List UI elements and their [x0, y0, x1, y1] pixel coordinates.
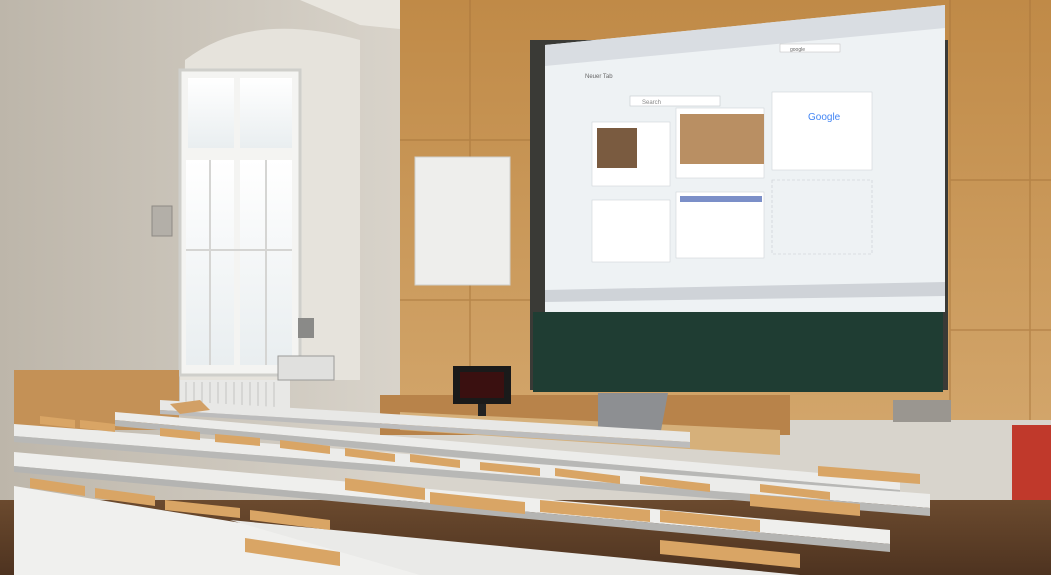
google-logo-text: Google: [808, 112, 841, 123]
tile: [771, 91, 873, 171]
lecture-hall-svg: Neuer Tab google Search Google: [0, 0, 1051, 575]
white-wall-panel: [414, 156, 511, 286]
lecture-hall-scene: Neuer Tab google Search Google: [0, 0, 1051, 575]
window-pane: [240, 78, 292, 148]
wall-box: [893, 400, 951, 422]
newtab-search-placeholder: Search: [642, 100, 661, 106]
address-bar: [779, 43, 841, 53]
lectern-monitor-screen: [460, 372, 504, 398]
tile-thumbnail: [597, 128, 637, 168]
wall-speaker: [151, 205, 173, 237]
address-search-text: google: [790, 47, 805, 53]
browser-tab-title: Neuer Tab: [585, 74, 613, 80]
window-pane: [188, 78, 234, 148]
tile: [591, 199, 671, 263]
tile-header-bar: [680, 196, 762, 202]
equipment-cart: [277, 355, 335, 381]
tile-thumbnail: [680, 114, 764, 164]
document-camera: [298, 318, 314, 338]
chalkboard: [533, 312, 943, 392]
